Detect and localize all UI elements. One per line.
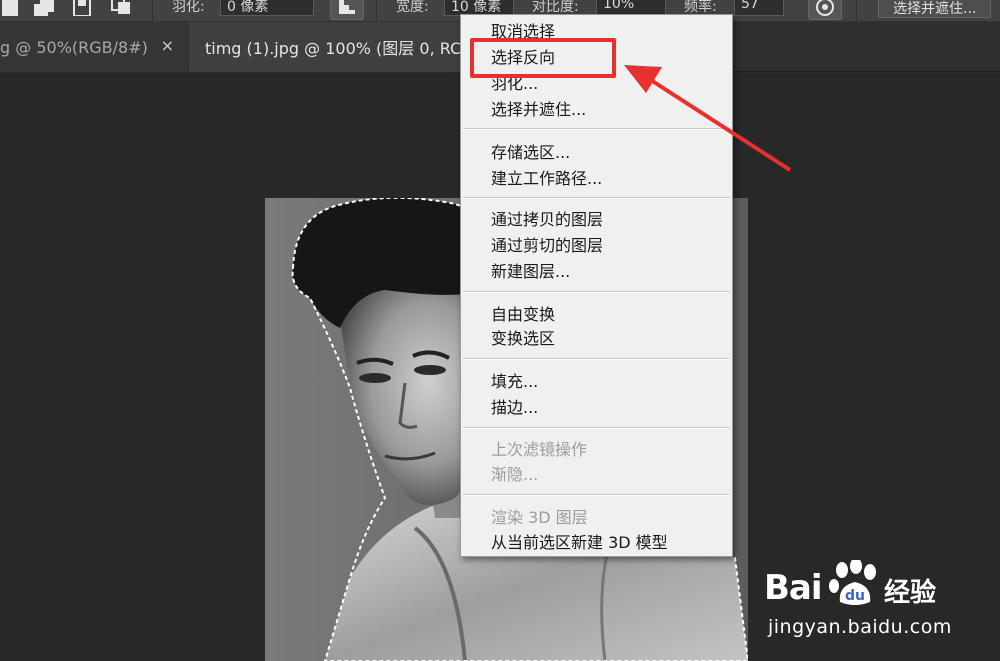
watermark-url: jingyan.baidu.com: [768, 616, 952, 638]
separator: [376, 0, 377, 21]
menu-item-fill[interactable]: 填充...: [491, 372, 538, 392]
separator: [152, 0, 153, 21]
menu-item-free-transform[interactable]: 自由变换: [491, 305, 555, 325]
annotation-highlight-box: [470, 38, 616, 78]
new-selection-icon[interactable]: [2, 0, 22, 16]
menu-item-layer-via-copy[interactable]: 通过拷贝的图层: [491, 210, 603, 230]
baidu-jingyan-watermark: Bai du 经验 jingyan.baidu.com: [764, 548, 994, 648]
menu-item-new-layer[interactable]: 新建图层...: [491, 262, 570, 282]
menu-item-select-and-mask[interactable]: 选择并遮住...: [491, 100, 586, 120]
tab-label: g @ 50%(RGB/8#): [0, 37, 148, 57]
select-and-mask-button[interactable]: 选择并遮住...: [878, 0, 992, 18]
svg-text:du: du: [845, 588, 865, 604]
tab-document-2[interactable]: timg (1).jpg @ 100% (图层 0, RC: [189, 22, 479, 72]
paw-icon: du: [829, 560, 876, 605]
feather-label: 羽化:: [172, 0, 205, 15]
menu-item-layer-via-cut[interactable]: 通过剪切的图层: [491, 236, 603, 256]
separator: [856, 0, 857, 21]
tab-document-1[interactable]: g @ 50%(RGB/8#) ×: [0, 22, 188, 72]
close-icon[interactable]: ×: [161, 36, 174, 55]
feather-input[interactable]: 0 像素: [220, 0, 314, 16]
annotation-arrow-icon: [624, 65, 792, 172]
anti-alias-icon[interactable]: [330, 0, 364, 20]
menu-item-make-work-path[interactable]: 建立工作路径...: [491, 169, 602, 189]
menu-separator: [463, 197, 730, 199]
menu-item-save-selection[interactable]: 存储选区...: [491, 143, 570, 163]
menu-separator: [463, 494, 730, 496]
menu-item-new-3d-model[interactable]: 从当前选区新建 3D 模型: [491, 533, 668, 553]
width-label: 宽度:: [396, 0, 429, 15]
frequency-input[interactable]: 57: [734, 0, 784, 16]
add-selection-icon[interactable]: [34, 0, 54, 16]
intersect-selection-icon[interactable]: [110, 0, 130, 16]
menu-separator: [463, 358, 730, 360]
menu-item-render-3d-layer: 渲染 3D 图层: [491, 508, 588, 527]
menu-item-stroke[interactable]: 描边...: [491, 398, 538, 418]
watermark-brand-suffix: 经验: [884, 578, 937, 608]
subtract-icon[interactable]: [72, 0, 92, 16]
menu-item-transform-selection[interactable]: 变换选区: [491, 329, 555, 349]
menu-item-fade: 渐隐...: [491, 465, 539, 484]
tab-label: timg (1).jpg @ 100% (图层 0, RC: [205, 39, 462, 58]
menu-separator: [463, 291, 730, 293]
menu-item-last-filter: 上次滤镜操作: [491, 440, 588, 459]
pressure-pen-icon[interactable]: [808, 0, 842, 20]
menu-separator: [463, 427, 730, 429]
watermark-brand: Bai: [764, 568, 823, 608]
